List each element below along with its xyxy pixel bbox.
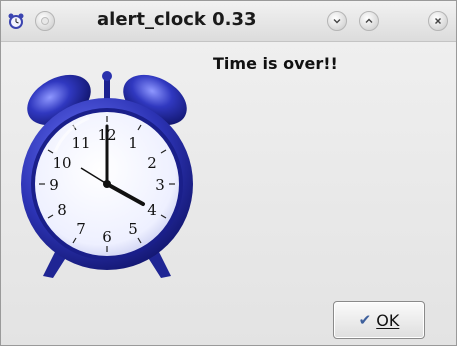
alert-message: Time is over!!	[213, 54, 338, 73]
dial-number-9: 9	[49, 176, 59, 194]
dialog-body: 12 1 2 3 4 5 6 7 8 9 10 11 Time is over!…	[1, 42, 456, 345]
dial-number-7: 7	[76, 220, 86, 238]
alert-window: alert_clock 0.33 1 2 3 4 5 6 7 8 9 10 11…	[0, 0, 457, 346]
dial-number-11: 11	[71, 134, 90, 152]
dial-number-3: 3	[155, 176, 165, 194]
close-button[interactable]	[428, 11, 448, 31]
alarm-clock-icon[interactable]	[7, 12, 25, 30]
close-icon	[435, 18, 441, 24]
dial-number-10: 10	[52, 154, 71, 172]
dial-number-4: 4	[147, 201, 157, 219]
dial-number-5: 5	[128, 220, 138, 238]
dial-number-8: 8	[57, 201, 67, 219]
window-title: alert_clock 0.33	[97, 9, 257, 30]
dial-number-2: 2	[147, 154, 157, 172]
checkmark-icon: ✔	[358, 311, 372, 329]
alarm-clock-icon: 12 1 2 3 4 5 6 7 8 9 10 11	[21, 71, 193, 278]
chevron-down-icon	[333, 19, 341, 24]
title-bar[interactable]: alert_clock 0.33	[1, 1, 456, 42]
sticky-button[interactable]	[35, 11, 55, 31]
ok-button-label: OK	[376, 310, 400, 330]
chevron-up-icon	[365, 18, 373, 23]
dial-number-6: 6	[102, 228, 112, 246]
ok-button[interactable]: ✔ OK	[333, 301, 425, 339]
maximize-button[interactable]	[359, 11, 379, 31]
dial-number-1: 1	[128, 134, 138, 152]
minimize-button[interactable]	[327, 11, 347, 31]
circle-icon	[41, 17, 49, 25]
